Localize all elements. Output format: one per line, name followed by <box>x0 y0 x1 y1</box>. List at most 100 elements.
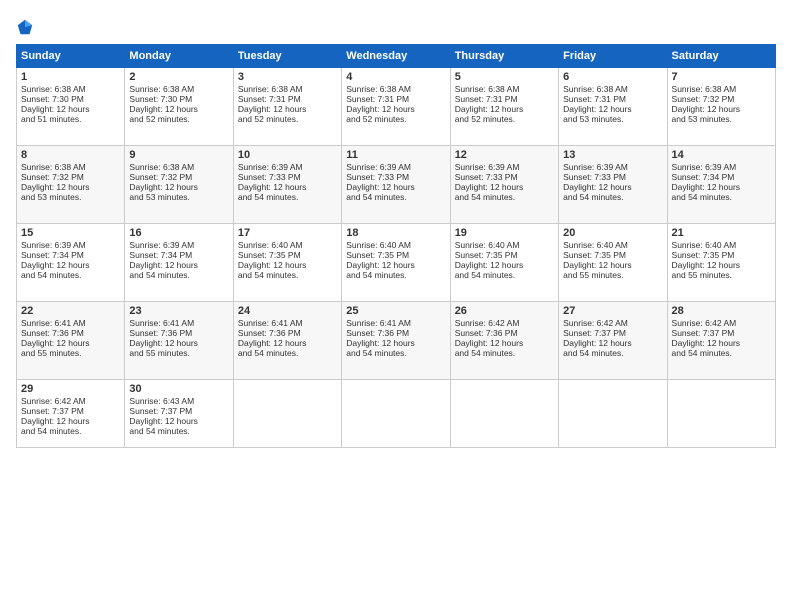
day-cell: 24Sunrise: 6:41 AMSunset: 7:36 PMDayligh… <box>233 302 341 380</box>
day-cell: 6Sunrise: 6:38 AMSunset: 7:31 PMDaylight… <box>559 68 667 146</box>
day-number: 22 <box>21 305 120 317</box>
empty-cell <box>342 380 450 448</box>
day-detail: Daylight: 12 hours <box>346 182 445 192</box>
day-cell: 11Sunrise: 6:39 AMSunset: 7:33 PMDayligh… <box>342 146 450 224</box>
day-number: 27 <box>563 305 662 317</box>
day-detail: Daylight: 12 hours <box>129 182 228 192</box>
day-cell: 14Sunrise: 6:39 AMSunset: 7:34 PMDayligh… <box>667 146 775 224</box>
calendar-week: 1Sunrise: 6:38 AMSunset: 7:30 PMDaylight… <box>17 68 776 146</box>
day-detail: Sunrise: 6:40 AM <box>672 240 771 250</box>
logo <box>16 16 38 36</box>
day-detail: Sunset: 7:34 PM <box>21 250 120 260</box>
day-detail: Sunset: 7:34 PM <box>672 172 771 182</box>
day-cell: 9Sunrise: 6:38 AMSunset: 7:32 PMDaylight… <box>125 146 233 224</box>
day-number: 28 <box>672 305 771 317</box>
day-detail: Sunrise: 6:41 AM <box>346 318 445 328</box>
day-detail: Daylight: 12 hours <box>21 260 120 270</box>
day-detail: Sunrise: 6:40 AM <box>238 240 337 250</box>
day-detail: and 54 minutes. <box>672 348 771 358</box>
day-header: Tuesday <box>233 45 341 68</box>
day-detail: and 54 minutes. <box>238 348 337 358</box>
empty-cell <box>559 380 667 448</box>
day-number: 23 <box>129 305 228 317</box>
day-cell: 26Sunrise: 6:42 AMSunset: 7:36 PMDayligh… <box>450 302 558 380</box>
day-cell: 23Sunrise: 6:41 AMSunset: 7:36 PMDayligh… <box>125 302 233 380</box>
day-detail: Sunrise: 6:39 AM <box>455 162 554 172</box>
day-detail: Sunset: 7:37 PM <box>129 406 228 416</box>
day-detail: Daylight: 12 hours <box>672 260 771 270</box>
day-detail: Daylight: 12 hours <box>129 338 228 348</box>
day-detail: Sunset: 7:31 PM <box>346 94 445 104</box>
day-detail: Sunrise: 6:38 AM <box>129 84 228 94</box>
day-detail: Daylight: 12 hours <box>563 260 662 270</box>
day-detail: Sunset: 7:30 PM <box>129 94 228 104</box>
day-detail: Sunrise: 6:39 AM <box>129 240 228 250</box>
day-detail: and 55 minutes. <box>563 270 662 280</box>
empty-cell <box>233 380 341 448</box>
day-detail: Daylight: 12 hours <box>455 104 554 114</box>
day-cell: 19Sunrise: 6:40 AMSunset: 7:35 PMDayligh… <box>450 224 558 302</box>
day-detail: and 54 minutes. <box>238 192 337 202</box>
day-detail: Sunset: 7:35 PM <box>455 250 554 260</box>
day-detail: and 54 minutes. <box>346 270 445 280</box>
day-detail: and 54 minutes. <box>346 348 445 358</box>
day-number: 24 <box>238 305 337 317</box>
day-detail: Daylight: 12 hours <box>672 104 771 114</box>
day-detail: Sunrise: 6:39 AM <box>563 162 662 172</box>
day-number: 18 <box>346 227 445 239</box>
day-detail: Sunset: 7:35 PM <box>672 250 771 260</box>
day-detail: Daylight: 12 hours <box>346 338 445 348</box>
day-detail: Daylight: 12 hours <box>129 416 228 426</box>
day-detail: and 55 minutes. <box>129 348 228 358</box>
day-detail: and 54 minutes. <box>238 270 337 280</box>
day-detail: Daylight: 12 hours <box>129 104 228 114</box>
day-cell: 17Sunrise: 6:40 AMSunset: 7:35 PMDayligh… <box>233 224 341 302</box>
day-cell: 25Sunrise: 6:41 AMSunset: 7:36 PMDayligh… <box>342 302 450 380</box>
day-detail: Daylight: 12 hours <box>238 182 337 192</box>
day-cell: 7Sunrise: 6:38 AMSunset: 7:32 PMDaylight… <box>667 68 775 146</box>
day-detail: Sunrise: 6:38 AM <box>21 162 120 172</box>
day-header: Sunday <box>17 45 125 68</box>
day-detail: and 54 minutes. <box>455 270 554 280</box>
day-detail: and 54 minutes. <box>129 270 228 280</box>
day-number: 3 <box>238 71 337 83</box>
day-detail: Sunset: 7:30 PM <box>21 94 120 104</box>
day-detail: Sunset: 7:33 PM <box>455 172 554 182</box>
day-detail: Daylight: 12 hours <box>346 260 445 270</box>
day-detail: Sunset: 7:35 PM <box>346 250 445 260</box>
day-detail: and 54 minutes. <box>129 426 228 436</box>
day-detail: Sunrise: 6:40 AM <box>455 240 554 250</box>
day-cell: 1Sunrise: 6:38 AMSunset: 7:30 PMDaylight… <box>17 68 125 146</box>
day-detail: Sunset: 7:31 PM <box>238 94 337 104</box>
day-detail: and 52 minutes. <box>455 114 554 124</box>
day-detail: and 53 minutes. <box>21 192 120 202</box>
day-detail: Daylight: 12 hours <box>455 338 554 348</box>
day-detail: Daylight: 12 hours <box>21 416 120 426</box>
day-cell: 18Sunrise: 6:40 AMSunset: 7:35 PMDayligh… <box>342 224 450 302</box>
header-row: SundayMondayTuesdayWednesdayThursdayFrid… <box>17 45 776 68</box>
day-detail: Sunset: 7:32 PM <box>129 172 228 182</box>
day-detail: and 54 minutes. <box>346 192 445 202</box>
day-detail: Sunrise: 6:38 AM <box>346 84 445 94</box>
day-cell: 21Sunrise: 6:40 AMSunset: 7:35 PMDayligh… <box>667 224 775 302</box>
day-detail: Sunrise: 6:39 AM <box>672 162 771 172</box>
day-detail: Sunrise: 6:42 AM <box>672 318 771 328</box>
day-detail: Sunrise: 6:42 AM <box>455 318 554 328</box>
day-detail: Daylight: 12 hours <box>21 104 120 114</box>
day-cell: 28Sunrise: 6:42 AMSunset: 7:37 PMDayligh… <box>667 302 775 380</box>
day-number: 10 <box>238 149 337 161</box>
day-detail: and 55 minutes. <box>672 270 771 280</box>
day-detail: Daylight: 12 hours <box>563 104 662 114</box>
day-detail: Sunrise: 6:39 AM <box>238 162 337 172</box>
calendar-week: 29Sunrise: 6:42 AMSunset: 7:37 PMDayligh… <box>17 380 776 448</box>
day-detail: Daylight: 12 hours <box>21 338 120 348</box>
day-detail: and 54 minutes. <box>672 192 771 202</box>
day-detail: Sunset: 7:36 PM <box>238 328 337 338</box>
day-detail: Sunset: 7:32 PM <box>672 94 771 104</box>
day-cell: 29Sunrise: 6:42 AMSunset: 7:37 PMDayligh… <box>17 380 125 448</box>
day-number: 30 <box>129 383 228 395</box>
day-detail: Sunset: 7:36 PM <box>455 328 554 338</box>
day-detail: Daylight: 12 hours <box>455 260 554 270</box>
day-number: 26 <box>455 305 554 317</box>
day-cell: 8Sunrise: 6:38 AMSunset: 7:32 PMDaylight… <box>17 146 125 224</box>
